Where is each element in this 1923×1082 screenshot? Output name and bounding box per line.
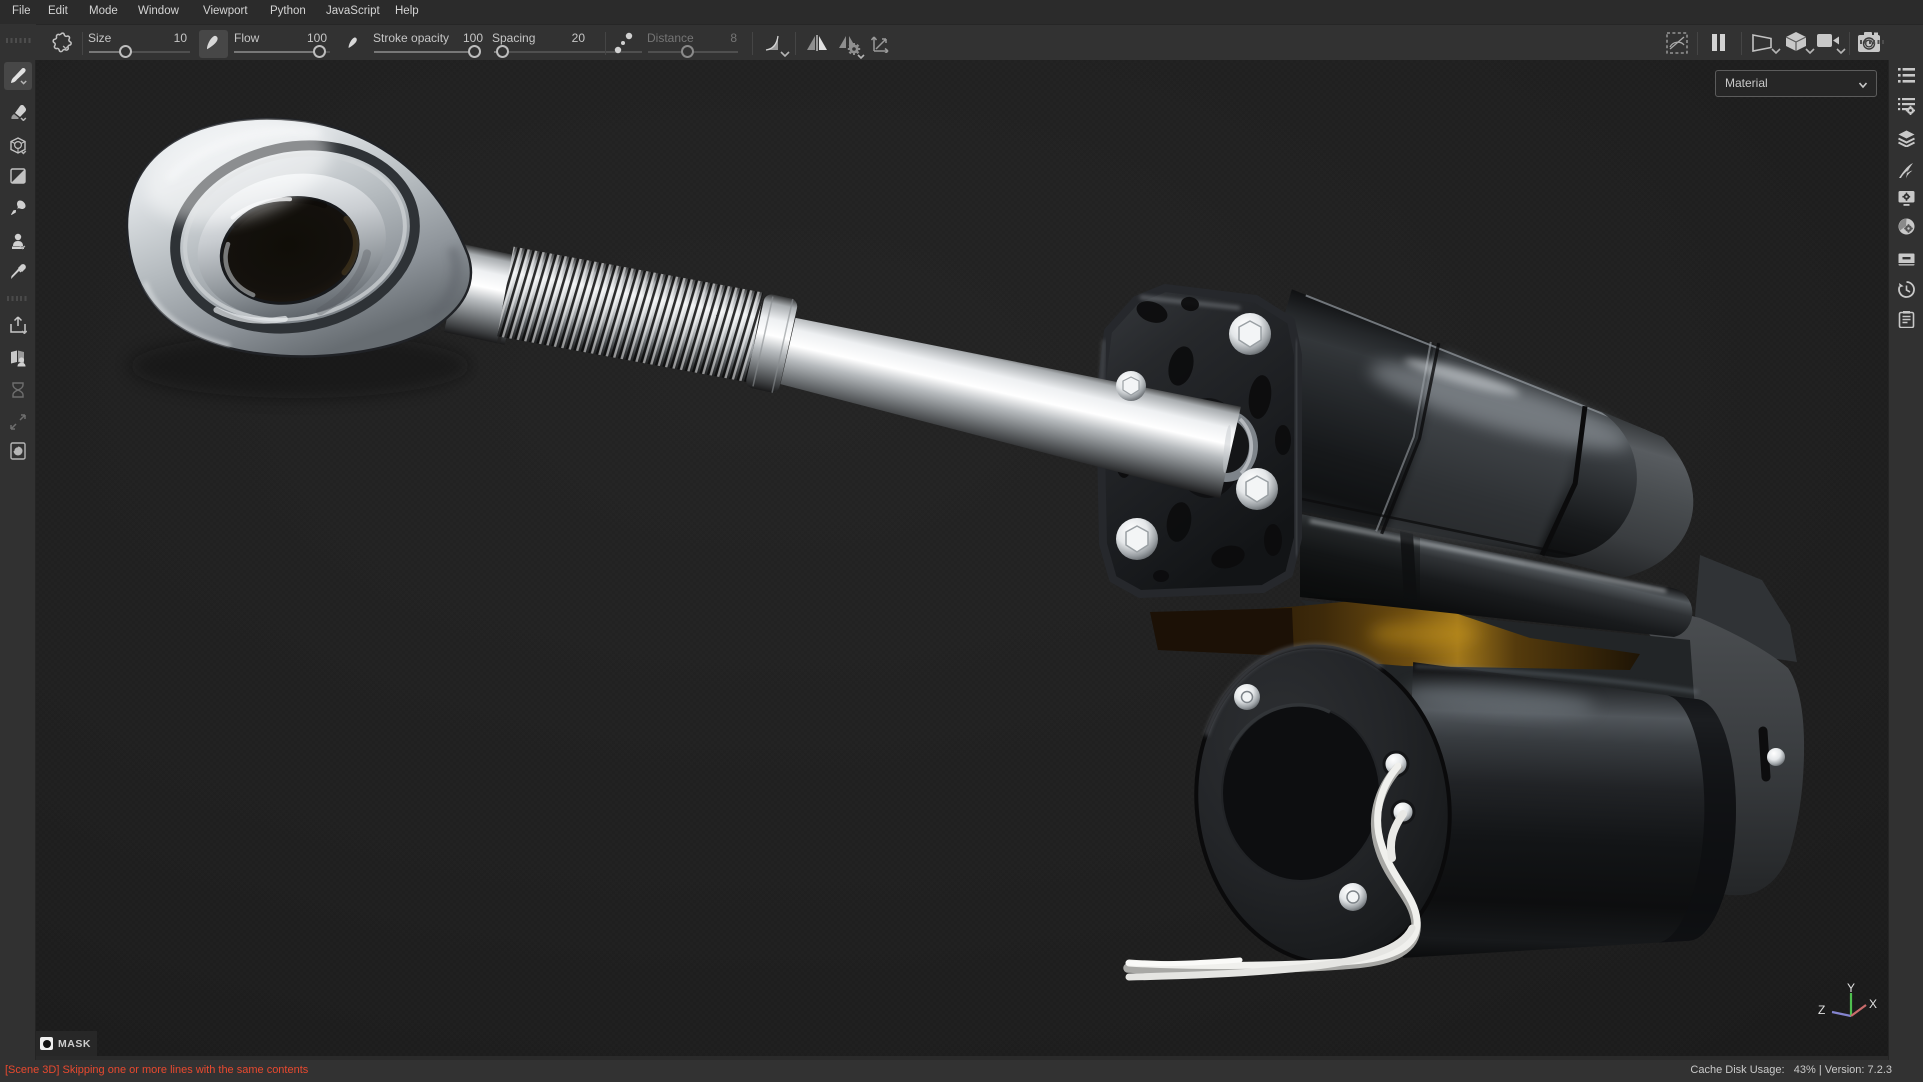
svg-text:X: X — [1869, 997, 1877, 1011]
svg-text:Y: Y — [1847, 981, 1855, 995]
svg-text:Z: Z — [1818, 1003, 1825, 1017]
